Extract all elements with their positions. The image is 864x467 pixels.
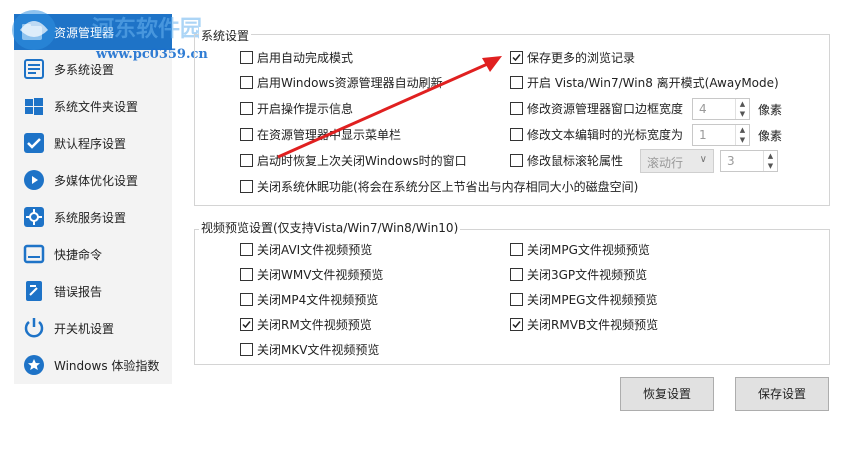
checkbox-label: 关闭RM文件视频预览 [257,318,372,332]
checkbox-label: 关闭MKV文件视频预览 [257,343,380,357]
chevron-up-icon[interactable]: ▲ [764,151,777,161]
sidebar-item-label: 快捷命令 [54,248,103,262]
sidebar-item-label: 多系统设置 [54,63,115,77]
chevron-up-icon[interactable]: ▲ [736,99,749,109]
checkbox-label: 关闭MP4文件视频预览 [257,293,379,307]
checkbox-box [510,293,523,306]
service-icon [24,207,44,227]
checkbox-box [510,128,523,141]
stepper-value: 1 [699,128,707,142]
checkbox-box [510,268,523,281]
save-settings-button[interactable]: 保存设置 [735,377,829,411]
checkbox-label: 关闭3GP文件视频预览 [527,268,648,282]
power-icon [24,318,44,338]
sidebar-item-multimedia[interactable]: 多媒体优化设置 [14,165,172,195]
checkbox-label: 关闭MPG文件视频预览 [527,243,650,257]
shortcut-icon [23,244,45,264]
cursor-width-unit: 像素 [758,129,783,143]
checkbox-box [240,343,253,356]
sidebar-item-error-report[interactable]: 错误报告 [14,276,172,306]
checkbox-label: 关闭MPEG文件视频预览 [527,293,658,307]
check-icon [242,321,251,329]
check-icon [512,321,521,329]
sidebar: 资源管理器 多系统设置 系统文件夹设置 默认程序设置 多媒体优化设置 系统服务设… [14,14,172,384]
checkbox-label: 启用Windows资源管理器自动刷新 [257,76,443,90]
sidebar-item-power[interactable]: 开关机设置 [14,313,172,343]
checkbox-label: 关闭RMVB文件视频预览 [527,318,659,332]
checkbox-label: 关闭WMV文件视频预览 [257,268,384,282]
checkbox-box [240,318,253,331]
checkbox-label: 修改鼠标滚轮属性 [527,154,624,168]
checkbox-box [240,268,253,281]
checkbox-box [510,102,523,115]
checkbox-label: 关闭AVI文件视频预览 [257,243,373,257]
sidebar-item-explorer[interactable]: 资源管理器 [14,14,172,50]
checkbox-box [510,51,523,64]
media-icon [24,170,44,190]
select-value: 滚动行 [647,156,684,170]
sidebar-item-label: 资源管理器 [54,26,115,40]
windows-folder-icon [25,98,43,115]
checkbox-box [510,318,523,331]
checkbox-box [240,76,253,89]
checkbox-label: 开启操作提示信息 [257,102,354,116]
sidebar-item-label: 默认程序设置 [54,137,127,151]
sidebar-item-services[interactable]: 系统服务设置 [14,202,172,232]
chevron-down-icon: ∨ [699,154,707,165]
checkbox-label: 修改资源管理器窗口边框宽度 [527,102,684,116]
checkbox-label: 开启 Vista/Win7/Win8 离开模式(AwayMode) [527,76,779,90]
sidebar-item-shortcuts[interactable]: 快捷命令 [14,239,172,269]
sidebar-item-label: 开关机设置 [54,322,115,336]
checkbox-label: 启动时恢复上次关闭Windows时的窗口 [257,154,467,168]
checkbox-label: 启用自动完成模式 [257,51,354,65]
sidebar-item-experience-index[interactable]: Windows 体验指数 [14,350,172,380]
checkbox-box [510,154,523,167]
checkmark-icon [24,133,44,153]
checkbox-label: 关闭系统休眠功能(将会在系统分区上节省出与内存相同大小的磁盘空间) [257,180,639,194]
sidebar-item-label: 系统服务设置 [54,211,127,225]
sidebar-item-default-programs[interactable]: 默认程序设置 [14,128,172,158]
checkbox-label: 修改文本编辑时的光标宽度为 [527,128,684,142]
sidebar-item-multi-system[interactable]: 多系统设置 [14,54,172,84]
checkbox-label: 在资源管理器中显示菜单栏 [257,128,402,142]
restore-settings-button[interactable]: 恢复设置 [620,377,714,411]
error-report-icon [26,281,42,301]
checkbox-box [510,243,523,256]
chevron-down-icon[interactable]: ▼ [736,135,749,145]
folder-icon [22,24,42,40]
chevron-down-icon[interactable]: ▼ [736,109,749,119]
checkbox-box [240,102,253,115]
sidebar-item-label: 系统文件夹设置 [54,100,139,114]
stepper-value: 4 [699,102,707,116]
sidebar-item-system-folder[interactable]: 系统文件夹设置 [14,91,172,121]
chevron-up-icon[interactable]: ▲ [736,125,749,135]
sidebar-item-label: 多媒体优化设置 [54,174,139,188]
system-settings-title: 系统设置 [199,27,252,44]
border-width-stepper[interactable]: 4 ▲ ▼ [692,98,750,120]
checkbox-box [510,76,523,89]
checkbox-label: 保存更多的浏览记录 [527,51,636,65]
sidebar-item-label: Windows 体验指数 [54,359,160,373]
chevron-down-icon[interactable]: ▼ [764,161,777,171]
checkbox-box [240,293,253,306]
checkbox-box [240,51,253,64]
border-width-unit: 像素 [758,103,783,117]
video-preview-title: 视频预览设置(仅支持Vista/Win7/Win8/Win10) [199,219,461,236]
check-icon [512,54,521,62]
checkbox-box [240,154,253,167]
multi-system-icon [24,59,44,79]
cursor-width-stepper[interactable]: 1 ▲ ▼ [692,124,750,146]
wheel-mode-select[interactable]: 滚动行 ∨ [640,149,714,173]
checkbox-box [240,243,253,256]
sidebar-item-label: 错误报告 [54,285,103,299]
checkbox-box [240,180,253,193]
stepper-value: 3 [727,154,735,168]
star-icon [24,355,44,375]
wheel-lines-stepper[interactable]: 3 ▲ ▼ [720,150,778,172]
checkbox-box [240,128,253,141]
